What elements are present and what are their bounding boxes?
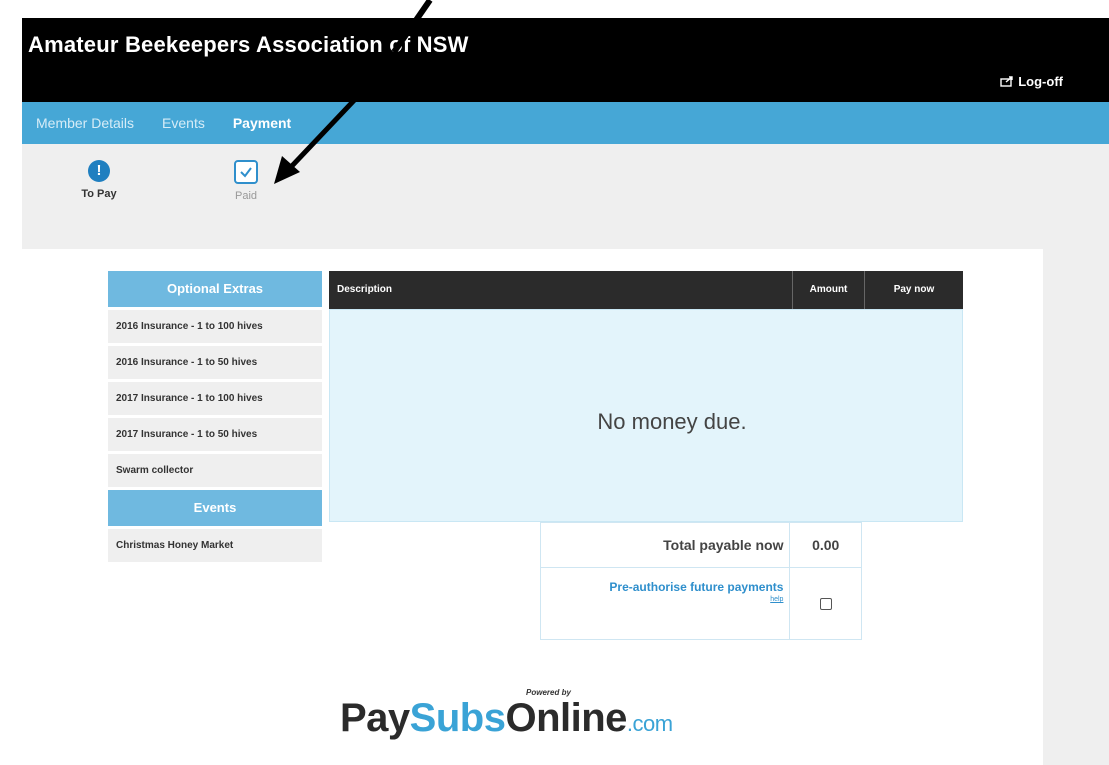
exclamation-icon: ! [88,160,110,182]
main-nav: Member Details Events Payment [22,102,1109,144]
brand-subs: Subs [409,696,506,740]
sidebar-item-2017-insurance-100[interactable]: 2017 Insurance - 1 to 100 hives [108,382,322,415]
preauth-checkbox[interactable] [819,598,832,610]
preauth-label[interactable]: Pre-authorise future payments [541,580,783,595]
sidebar-item-2016-insurance-50[interactable]: 2016 Insurance - 1 to 50 hives [108,346,322,379]
total-row: Total payable now 0.00 [541,523,861,567]
paysubsonline-logo: PaySubsOnline.com [340,696,673,741]
total-value: 0.00 [812,537,840,553]
right-gutter [1043,144,1109,765]
tab-paid[interactable]: Paid [211,160,281,202]
column-pay-now: Pay now [893,284,935,295]
column-amount: Amount [793,271,865,309]
tab-to-pay-label: To Pay [81,188,117,200]
page: Amateur Beekeepers Association of NSW Lo… [0,0,1109,765]
app-header: Amateur Beekeepers Association of NSW Lo… [22,18,1109,102]
status-tab-bar [22,144,1043,249]
brand-pay: Pay [340,696,410,740]
sidebar-item-2016-insurance-100[interactable]: 2016 Insurance - 1 to 100 hives [108,310,322,343]
nav-payment[interactable]: Payment [233,115,291,131]
sidebar-item-christmas-honey-market[interactable]: Christmas Honey Market [108,529,322,562]
column-description: Description [329,271,793,309]
logout-icon [1000,76,1014,87]
sidebar-item-swarm-collector[interactable]: Swarm collector [108,454,322,487]
empty-message: No money due. [597,408,747,434]
logoff-label: Log-off [1018,74,1063,89]
tab-paid-label: Paid [234,190,258,202]
table-body: No money due. [329,309,963,522]
site-title: Amateur Beekeepers Association of NSW [28,32,469,57]
preauth-row: Pre-authorise future payments help [541,567,861,639]
help-link[interactable]: help [541,596,783,603]
checkbox-icon [234,160,258,184]
nav-events[interactable]: Events [162,115,205,131]
logoff-link[interactable]: Log-off [1000,74,1063,89]
tab-to-pay[interactable]: ! To Pay [64,160,134,200]
sidebar-item-2017-insurance-50[interactable]: 2017 Insurance - 1 to 50 hives [108,418,322,451]
sidebar: Optional Extras 2016 Insurance - 1 to 10… [108,271,322,562]
totals-table: Total payable now 0.00 Pre-authorise fut… [540,522,862,640]
payment-table: Description Amount Pay now No money due. [329,271,963,522]
total-label: Total payable now [541,523,791,567]
brand-online: Online [505,696,627,740]
brand-com: .com [626,711,673,736]
events-heading: Events [108,490,322,526]
optional-extras-heading: Optional Extras [108,271,322,307]
table-header: Description Amount Pay now [329,271,963,309]
nav-member-details[interactable]: Member Details [36,115,134,131]
